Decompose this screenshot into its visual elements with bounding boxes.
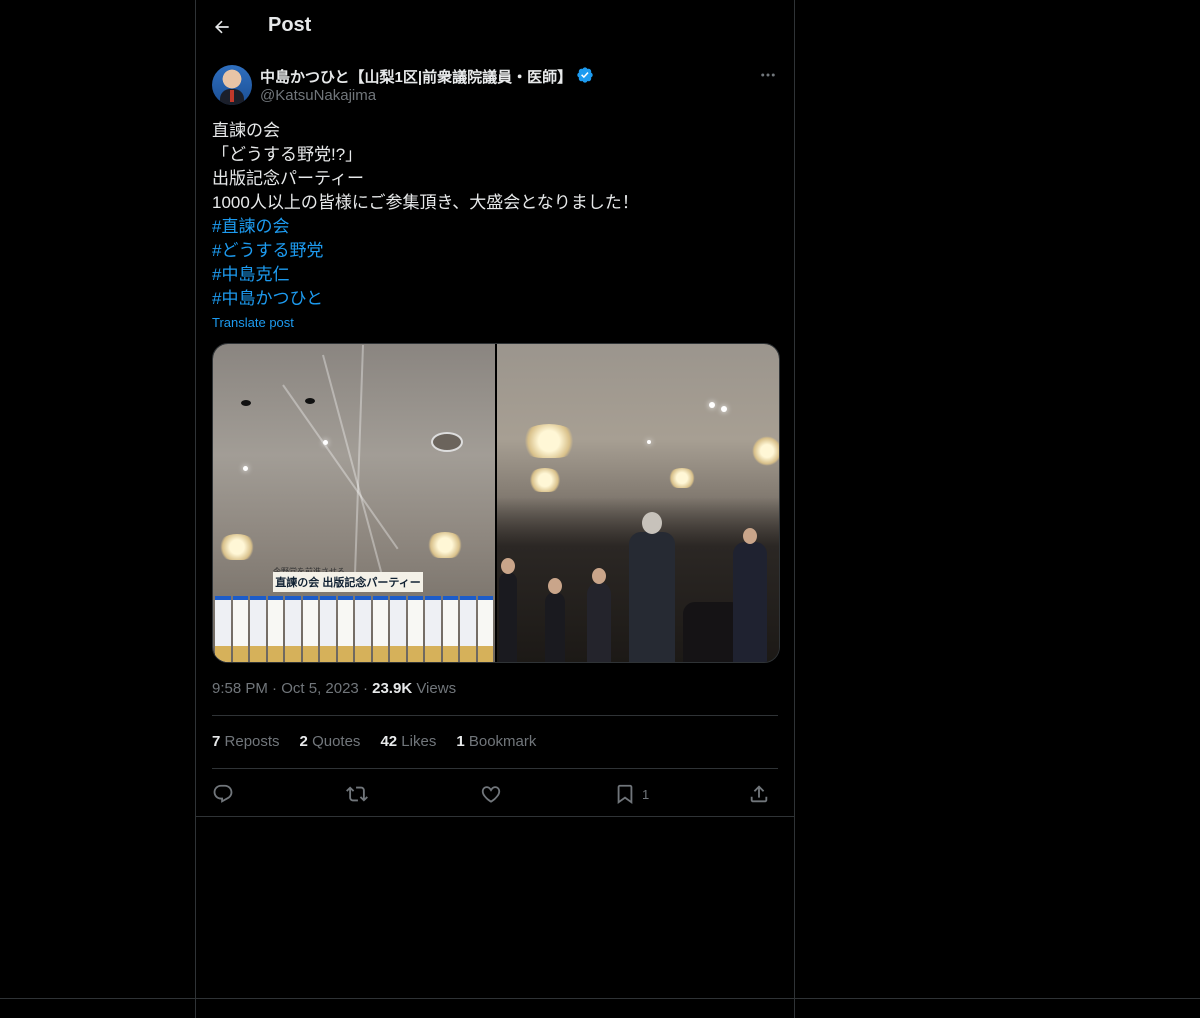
- tweet-stats: 7 Reposts 2 Quotes 42 Likes 1 Bookmark: [212, 733, 536, 750]
- repost-button[interactable]: [346, 781, 368, 807]
- tweet-meta: 9:58 PM · Oct 5, 2023 · 23.9K Views: [212, 680, 457, 697]
- like-button[interactable]: [480, 781, 502, 807]
- views-label: Views: [416, 680, 457, 697]
- more-icon: [761, 73, 775, 77]
- tweet-actions: 1: [212, 781, 778, 807]
- name-banners: [213, 596, 495, 662]
- hashtag-link[interactable]: #どうする野党: [212, 239, 780, 263]
- reply-button[interactable]: [212, 781, 234, 807]
- tweet-author: 中島かつひと【山梨1区|前衆議院議員・医師】 @KatsuNakajima: [212, 65, 780, 107]
- media-grid: 今野党を前進させる 直諫の会 出版記念パーティー: [212, 343, 780, 663]
- photo-banquet-stage[interactable]: 今野党を前進させる 直諫の会 出版記念パーティー: [213, 344, 495, 662]
- more-button[interactable]: [756, 65, 780, 85]
- hashtag-link[interactable]: #直諫の会: [212, 215, 780, 239]
- repost-icon: [346, 786, 368, 802]
- likes-stat[interactable]: 42 Likes: [380, 733, 436, 750]
- author-handle[interactable]: @KatsuNakajima: [260, 87, 376, 104]
- quotes-stat[interactable]: 2 Quotes: [300, 733, 361, 750]
- share-icon: [750, 785, 768, 803]
- bookmark-icon: [617, 784, 633, 805]
- main-column: Post 中島かつひと【山梨1区|前衆議院議員・医師】 @KatsuNakaji…: [195, 0, 795, 1018]
- tweet-date[interactable]: Oct 5, 2023: [281, 680, 359, 697]
- banner-text: 直諫の会 出版記念パーティー: [273, 572, 423, 592]
- verified-badge-icon: [577, 67, 593, 83]
- share-button[interactable]: [748, 781, 770, 807]
- bookmark-count: 1: [642, 786, 650, 802]
- reposts-stat[interactable]: 7 Reposts: [212, 733, 280, 750]
- post-header: Post: [196, 0, 794, 54]
- tweet-text: 直諫の会 「どうする野党!?」 出版記念パーティー 1000人以上の皆様にご参集…: [212, 119, 780, 311]
- hashtag-link[interactable]: #中島かつひと: [212, 287, 780, 311]
- back-arrow-icon: [215, 20, 229, 34]
- bookmark-button[interactable]: 1: [614, 781, 649, 807]
- divider: [212, 715, 778, 716]
- divider: [196, 816, 794, 817]
- tweet-line: 「どうする野党!?」: [212, 145, 363, 164]
- page-title: Post: [268, 14, 312, 36]
- tweet-line: 1000人以上の皆様にご参集頂き、大盛会となりました！: [212, 193, 639, 212]
- like-icon: [481, 786, 501, 803]
- views-count: 23.9K: [372, 680, 413, 697]
- tweet-line: 直諫の会: [212, 121, 280, 140]
- tweet-line: 出版記念パーティー: [212, 169, 364, 188]
- back-button[interactable]: [208, 13, 236, 41]
- divider: [212, 768, 778, 769]
- photo-banquet-crowd[interactable]: [497, 344, 779, 662]
- tweet-time[interactable]: 9:58 PM: [212, 680, 268, 697]
- author-display-name[interactable]: 中島かつひと【山梨1区|前衆議院議員・医師】: [260, 66, 572, 87]
- bookmarks-stat[interactable]: 1 Bookmark: [456, 733, 536, 750]
- reply-icon: [213, 784, 233, 803]
- crowd: [497, 497, 779, 662]
- hashtag-link[interactable]: #中島克仁: [212, 263, 780, 287]
- translate-post-link[interactable]: Translate post: [212, 315, 294, 330]
- avatar[interactable]: [212, 65, 252, 105]
- bottom-divider: [0, 998, 1200, 999]
